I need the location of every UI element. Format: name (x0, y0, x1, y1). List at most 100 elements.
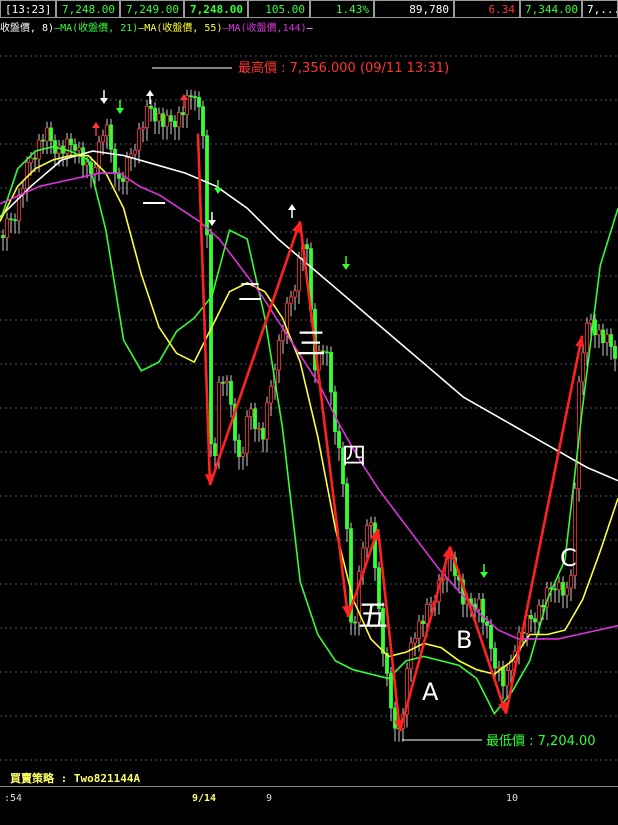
candle-body (393, 707, 397, 729)
candle-body (585, 322, 589, 354)
legend-item: —MA(收盤價, 55) (138, 23, 223, 34)
candle-body (421, 620, 425, 625)
candle-body (101, 135, 105, 143)
candle-body (265, 402, 269, 440)
candle-body (413, 637, 417, 644)
candle-body (137, 128, 141, 151)
candle-body (257, 428, 261, 430)
signal-arrow-icon (146, 90, 154, 96)
candle-body (41, 139, 45, 142)
signal-arrow-icon (342, 264, 350, 270)
candle-body (133, 149, 137, 155)
candle-body (93, 167, 97, 175)
candle-body (237, 439, 241, 457)
candle-body (197, 97, 201, 108)
candle-body (505, 670, 509, 687)
legend-item: — (306, 23, 313, 34)
candle-body (333, 391, 337, 432)
candle-body (149, 105, 153, 109)
signal-arrow-icon (214, 188, 222, 194)
candle-body (477, 598, 481, 610)
candle-body (601, 329, 605, 343)
candle-body (97, 141, 101, 169)
candle-body (497, 666, 501, 669)
candle-body (177, 112, 181, 128)
signal-arrow-icon (480, 572, 488, 578)
candle-body (105, 124, 109, 137)
candle-body (373, 522, 377, 569)
candle-body (481, 598, 485, 623)
candle-body (49, 127, 53, 141)
legend-item: 收盤價, 8) (0, 23, 55, 34)
candle-body (561, 582, 565, 596)
wave-arrow-line (504, 335, 584, 714)
quote-cell: 105.00 (248, 0, 310, 18)
candle-body (353, 621, 357, 624)
wave-label: C (560, 544, 577, 572)
candle-body (297, 257, 301, 292)
candle-body (245, 416, 249, 454)
candle-body (533, 618, 537, 623)
candle-body (153, 107, 157, 122)
candle-body (209, 234, 213, 445)
candle-body (157, 113, 161, 122)
quote-cell: 7,248.00 (184, 0, 248, 18)
signal-arrow-icon (208, 220, 216, 226)
quote-cell: 1.43% (310, 0, 374, 18)
candle-body (609, 334, 613, 347)
candle-body (69, 138, 73, 146)
candle-body (289, 296, 293, 304)
candle-body (145, 105, 149, 128)
candle-body (181, 112, 185, 116)
candle-body (589, 319, 593, 324)
wave-arrow-line (298, 221, 350, 618)
candle-body (605, 334, 609, 343)
candle-body (77, 147, 81, 151)
candle-body (253, 408, 257, 429)
time-axis-label: 9 (266, 793, 273, 804)
candle-body (613, 346, 617, 359)
candle-body (33, 157, 37, 160)
quote-bar: [13:23] 7,248.00 7,249.00 7,248.00 105.00 1.4… (0, 0, 618, 20)
time-axis-label: 9/14 (192, 793, 217, 804)
candle-body (269, 385, 273, 404)
candle-body (429, 602, 433, 605)
candle-body (537, 604, 541, 623)
candle-body (73, 144, 77, 151)
signal-arrow-icon (116, 108, 124, 114)
candle-body (189, 95, 193, 98)
candle-body (345, 483, 349, 530)
quote-cell: 6.34 (454, 0, 520, 18)
quote-cell: 7,... (582, 0, 618, 18)
low-annotation: 最低價 : 7,204.00 (486, 734, 596, 749)
candle-body (389, 672, 393, 709)
candle-body (229, 380, 233, 405)
high-annotation: 最高價 : 7,356.000 (09/11 13:31) (238, 60, 449, 76)
candle-body (261, 428, 265, 440)
candlestick-chart[interactable]: 最高價 : 7,356.000 (09/11 13:31) 最低價 : 7,204… (0, 36, 618, 770)
quote-cell: 89,780 (374, 0, 454, 18)
candle-body (217, 381, 221, 457)
candle-body (493, 647, 497, 669)
legend-item: —MA(收盤價,144) (222, 23, 307, 34)
candle-body (13, 219, 17, 222)
wave-label: A (422, 678, 439, 706)
candle-body (213, 443, 217, 457)
candle-body (29, 157, 33, 163)
quote-cell: 7,344.00 (520, 0, 582, 18)
candle-body (1, 235, 5, 239)
candle-body (293, 290, 297, 298)
candle-body (85, 162, 89, 166)
candle-body (501, 666, 505, 687)
candle-body (193, 96, 197, 99)
candle-body (529, 615, 533, 620)
candle-body (557, 582, 561, 591)
candle-body (305, 244, 309, 250)
candle-body (169, 115, 173, 122)
wave-label: 一 (142, 190, 166, 218)
candle-body (565, 587, 569, 596)
candle-body (369, 522, 373, 526)
wave-label: B (456, 626, 472, 654)
candle-body (365, 525, 369, 549)
candle-body (109, 124, 113, 150)
